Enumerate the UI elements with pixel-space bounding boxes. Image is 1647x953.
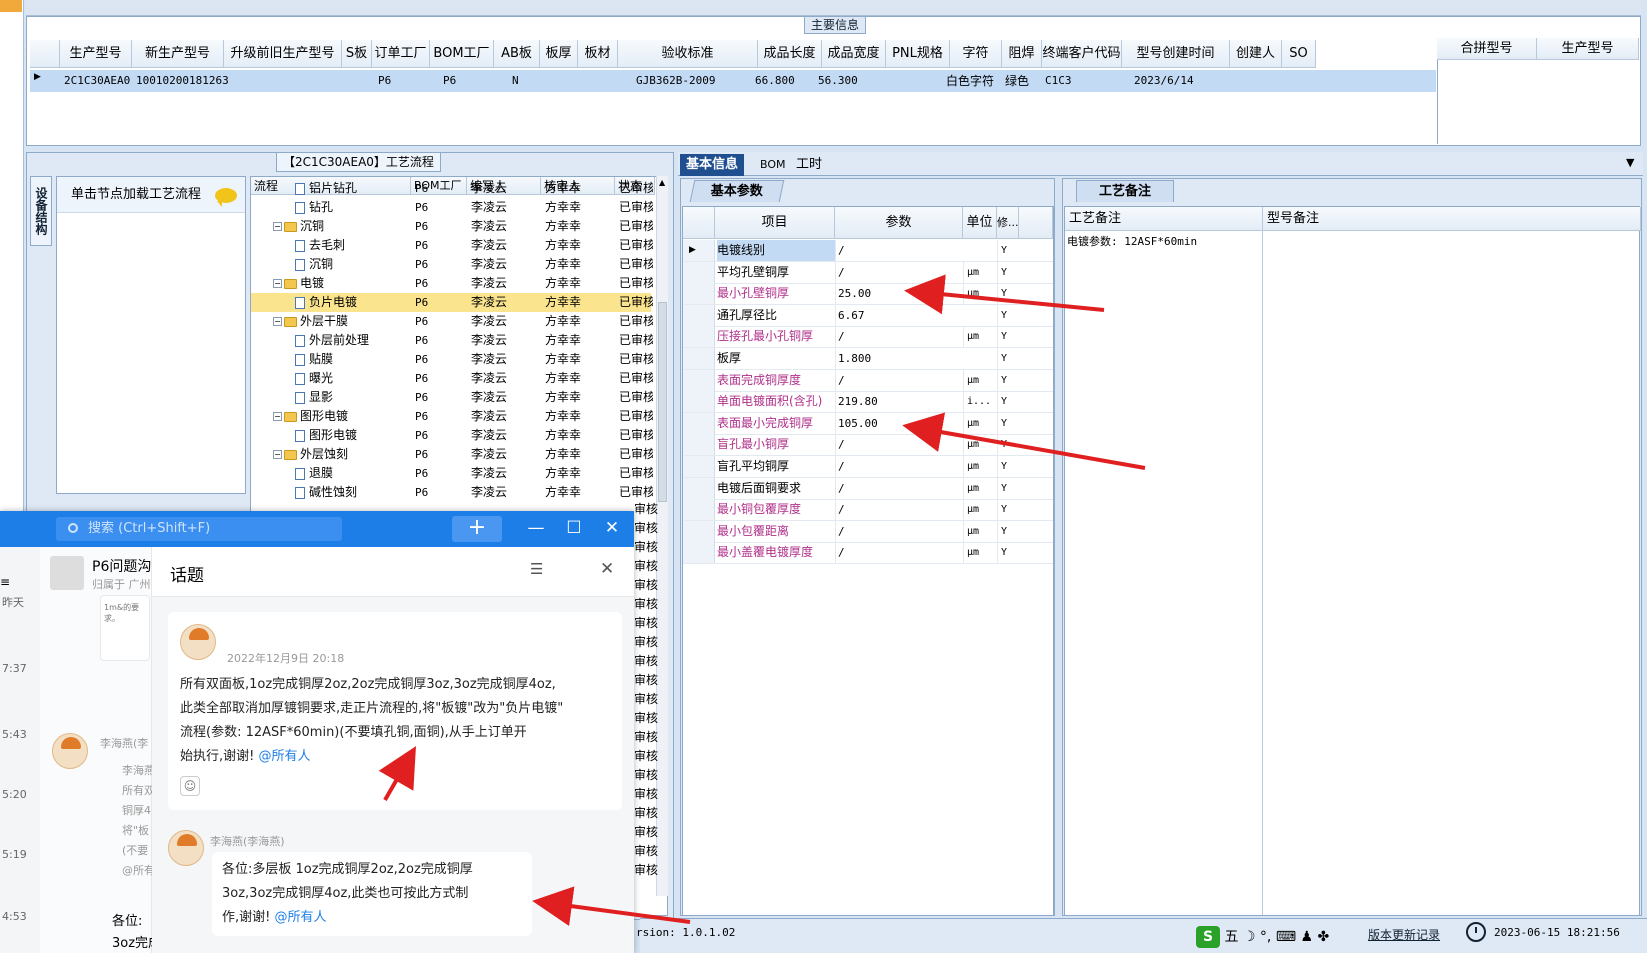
arrow-chat-params [378, 746, 416, 801]
arrow-chat-multilayer [532, 886, 691, 927]
app-window: 主要信息 生产型号 新生产型号 升级前旧生产型号 S板 订单工厂 BOM工厂 AB板 板厚 板材… [0, 0, 1647, 953]
arrow-surface-copper [902, 412, 1146, 470]
annotation-arrows [378, 274, 1146, 927]
arrow-min-hole-copper [904, 274, 1105, 315]
